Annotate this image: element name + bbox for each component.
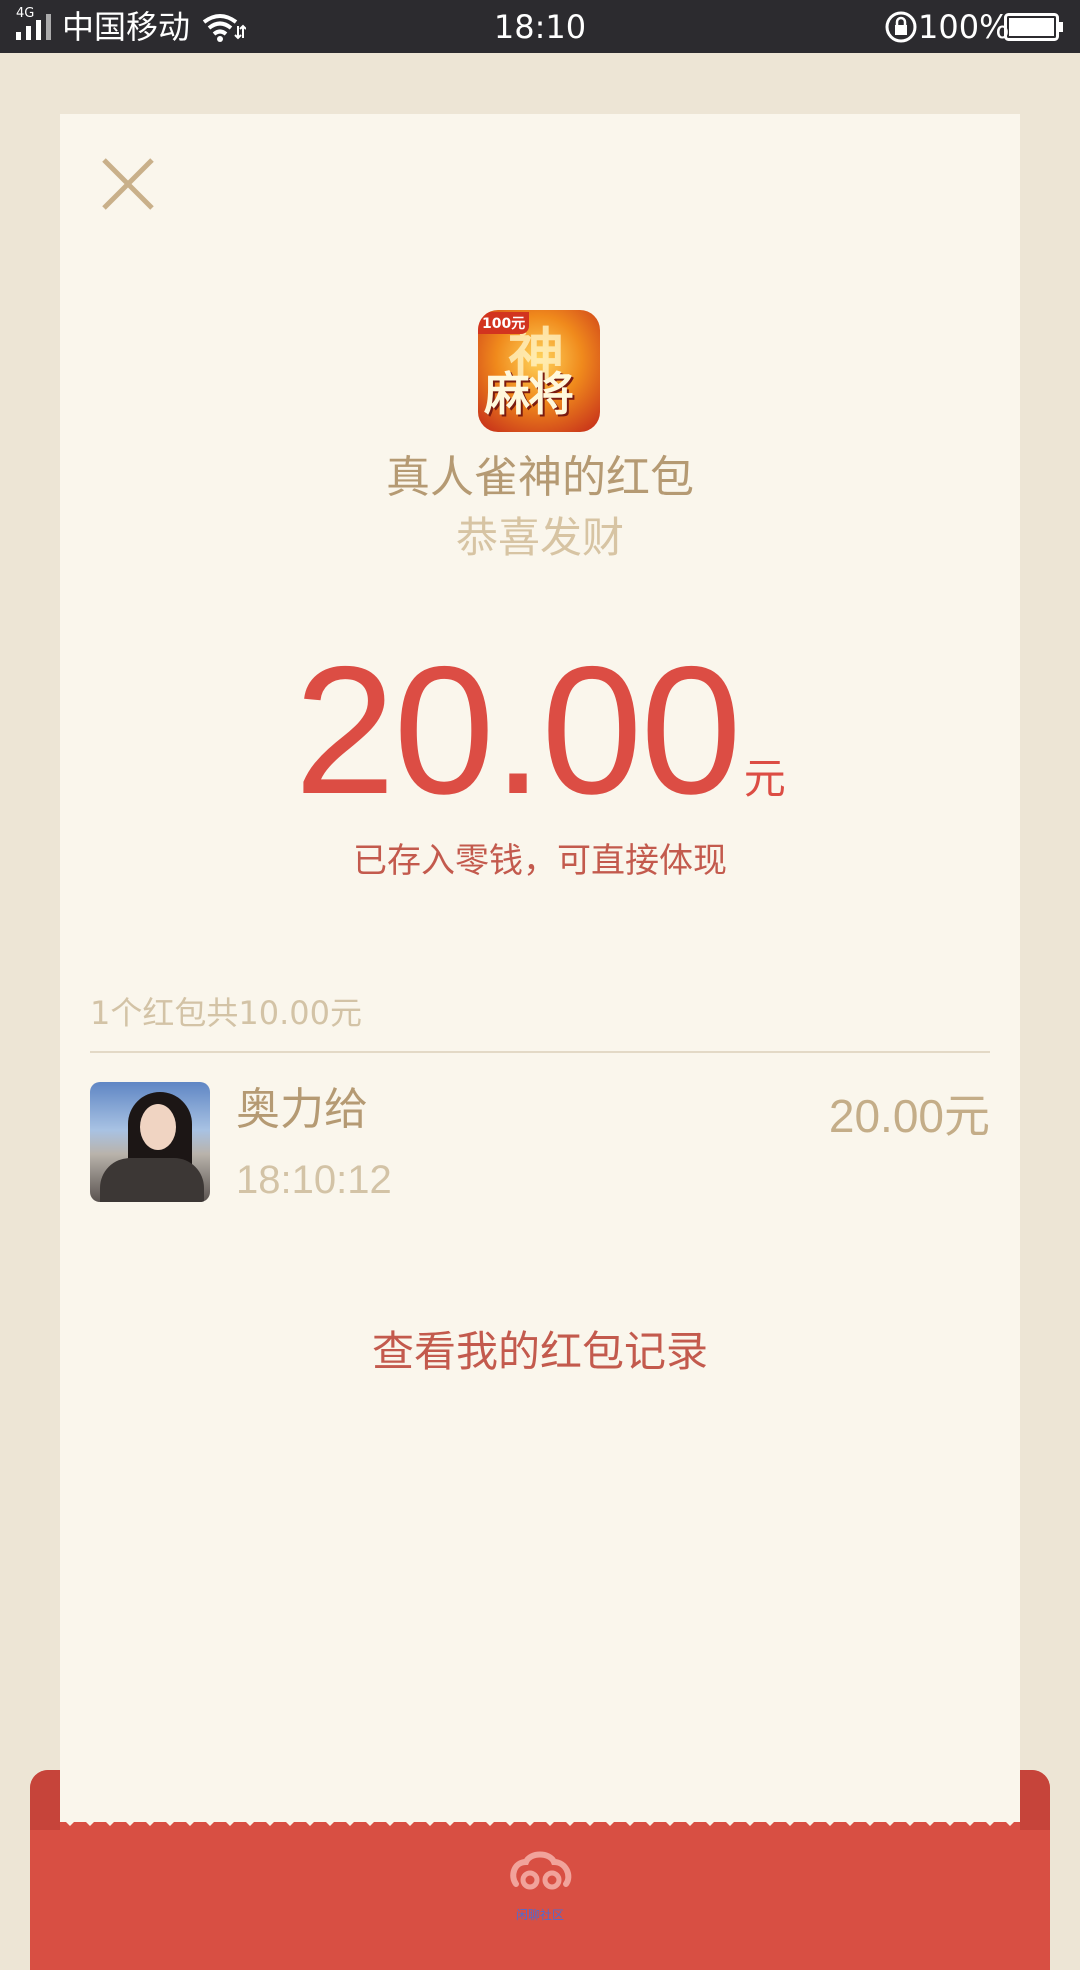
- card-zigzag-edge: [60, 1816, 1020, 1826]
- greeting-text: 恭喜发财: [455, 513, 624, 562]
- saved-to-wallet-note: 已存入零钱，可直接体现: [353, 841, 727, 881]
- status-bar: 4G 中国移动 18:10 100%: [0, 0, 1080, 53]
- envelope-caption: 闲聊社区: [515, 1908, 564, 1922]
- envelope-flap-left: [30, 1770, 60, 1830]
- amount-unit: 元: [743, 754, 786, 803]
- sender-title: 真人雀神的红包: [386, 452, 694, 503]
- close-icon[interactable]: [100, 156, 156, 212]
- records-summary: 1个红包共10.00元: [90, 994, 362, 1032]
- divider: [90, 1051, 990, 1053]
- cloud-logo-icon: [510, 1851, 572, 1890]
- battery-percent: 100%: [918, 8, 1010, 46]
- app-icon-glyph-bottom: 麻将: [484, 367, 574, 421]
- battery-icon: [1004, 13, 1063, 41]
- rotation-lock-icon: [885, 11, 917, 43]
- app-icon-badge: 100元: [478, 312, 530, 334]
- sender-app-icon: 神 麻将 100元: [478, 310, 600, 432]
- record-time: 18:10:12: [236, 1158, 392, 1202]
- envelope-flap-right: [1020, 1770, 1050, 1830]
- view-records-link[interactable]: 查看我的红包记录: [0, 1322, 1080, 1382]
- record-name: 奥力给: [236, 1084, 368, 1135]
- amount-value: 20.00: [294, 628, 741, 832]
- avatar: [90, 1082, 210, 1202]
- amount-display: 20.00元: [0, 630, 1080, 830]
- record-amount: 20.00元: [828, 1089, 990, 1143]
